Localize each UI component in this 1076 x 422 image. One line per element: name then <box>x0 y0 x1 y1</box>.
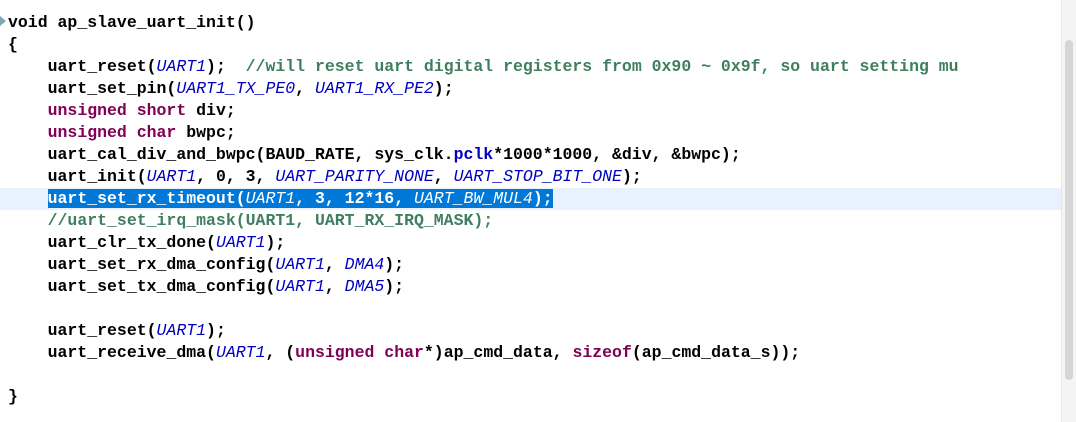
code-token: DMA4 <box>344 255 385 274</box>
code-token: , <box>433 167 454 186</box>
code-token: UART1 <box>275 277 325 296</box>
code-token: , ( <box>265 343 296 362</box>
code-line[interactable]: uart_set_tx_dma_config(UART1, DMA5); <box>0 276 1062 298</box>
code-token: //uart_set_irq_mask(UART1, UART_RX_IRQ_M… <box>47 211 494 230</box>
code-line[interactable]: uart_receive_dma(UART1, (unsigned char*)… <box>0 342 1062 364</box>
code-token: unsigned short <box>47 101 187 120</box>
code-line[interactable]: void ap_slave_uart_init() <box>0 12 1062 34</box>
code-token: UART1 <box>215 233 266 252</box>
code-token: pclk <box>453 145 494 164</box>
code-line[interactable] <box>0 364 1062 386</box>
code-token: UART1 <box>156 57 207 76</box>
code-token: ap_slave_uart_init() <box>57 13 256 32</box>
code-token: uart_clr_tx_done( <box>8 233 216 252</box>
code-token: UART_STOP_BIT_ONE <box>453 167 622 186</box>
code-line[interactable]: uart_reset(UART1); <box>0 320 1062 342</box>
code-token: unsigned char <box>47 123 177 142</box>
code-token: ); <box>532 189 553 208</box>
code-token: , 3, 12*16, <box>295 189 414 208</box>
code-token: uart_cal_div_and_bwpc(BAUD_RATE, sys_clk… <box>8 145 454 164</box>
code-token: UART1 <box>146 167 197 186</box>
code-token: uart_set_rx_dma_config( <box>8 255 276 274</box>
code-token: UART_BW_MUL4 <box>414 189 533 208</box>
code-token: , <box>295 79 315 98</box>
code-token: uart_receive_dma( <box>8 343 216 362</box>
code-line[interactable]: //uart_set_irq_mask(UART1, UART_RX_IRQ_M… <box>0 210 1062 232</box>
code-editor[interactable]: void ap_slave_uart_init(){ uart_reset(UA… <box>0 0 1062 422</box>
code-token: uart_reset( <box>8 57 157 76</box>
code-line[interactable]: uart_reset(UART1); //will reset uart dig… <box>0 56 1062 78</box>
code-token: UART1_RX_PE2 <box>314 79 434 98</box>
code-line[interactable]: unsigned char bwpc; <box>0 122 1062 144</box>
code-token: UART1 <box>245 189 296 208</box>
code-token: DMA5 <box>344 277 385 296</box>
code-token: ); <box>265 233 286 252</box>
code-line[interactable]: uart_clr_tx_done(UART1); <box>0 232 1062 254</box>
code-line[interactable]: uart_set_rx_dma_config(UART1, DMA4); <box>0 254 1062 276</box>
code-token: ); <box>433 79 454 98</box>
code-token: (ap_cmd_data_s)); <box>631 343 801 362</box>
code-line[interactable] <box>0 298 1062 320</box>
code-token: UART1 <box>156 321 207 340</box>
code-token: uart_set_tx_dma_config( <box>8 277 276 296</box>
code-token: ); <box>206 321 226 340</box>
code-token: UART_PARITY_NONE <box>275 167 434 186</box>
code-token: void <box>8 13 58 32</box>
code-token: , 0, 3, <box>196 167 276 186</box>
code-line[interactable]: { <box>0 34 1062 56</box>
code-token: ); <box>384 255 405 274</box>
code-token: UART1 <box>275 255 325 274</box>
code-line[interactable]: uart_init(UART1, 0, 3, UART_PARITY_NONE,… <box>0 166 1062 188</box>
fold-arrow-icon[interactable] <box>0 16 6 26</box>
code-line[interactable]: } <box>0 386 1062 408</box>
code-token: } <box>8 387 18 406</box>
code-token: uart_set_rx_timeout( <box>47 189 246 208</box>
code-token: *1000*1000, &div, &bwpc); <box>493 145 741 164</box>
vertical-scrollbar[interactable] <box>1061 0 1076 422</box>
code-token: bwpc; <box>176 123 236 142</box>
code-token: //will reset uart digital registers from… <box>245 57 959 76</box>
code-token: UART1 <box>215 343 266 362</box>
code-token: unsigned char <box>295 343 424 362</box>
code-line[interactable]: unsigned short div; <box>0 100 1062 122</box>
code-token: UART1_TX_PE0 <box>176 79 296 98</box>
code-lines: void ap_slave_uart_init(){ uart_reset(UA… <box>0 12 1062 408</box>
code-line[interactable]: uart_cal_div_and_bwpc(BAUD_RATE, sys_clk… <box>0 144 1062 166</box>
code-token: ); <box>621 167 642 186</box>
code-token: sizeof <box>572 343 632 362</box>
code-token: ); <box>206 57 246 76</box>
code-token: div; <box>186 101 236 120</box>
scrollbar-thumb[interactable] <box>1065 40 1073 380</box>
code-token: , <box>324 255 345 274</box>
code-token: uart_init( <box>8 167 147 186</box>
code-token: *)ap_cmd_data, <box>423 343 573 362</box>
code-line[interactable]: uart_set_rx_timeout(UART1, 3, 12*16, UAR… <box>0 188 1062 210</box>
code-line[interactable]: uart_set_pin(UART1_TX_PE0, UART1_RX_PE2)… <box>0 78 1062 100</box>
code-token: { <box>8 35 18 54</box>
code-token: uart_set_pin( <box>8 79 177 98</box>
code-token: ); <box>384 277 405 296</box>
code-token: uart_reset( <box>8 321 157 340</box>
code-token: , <box>324 277 345 296</box>
